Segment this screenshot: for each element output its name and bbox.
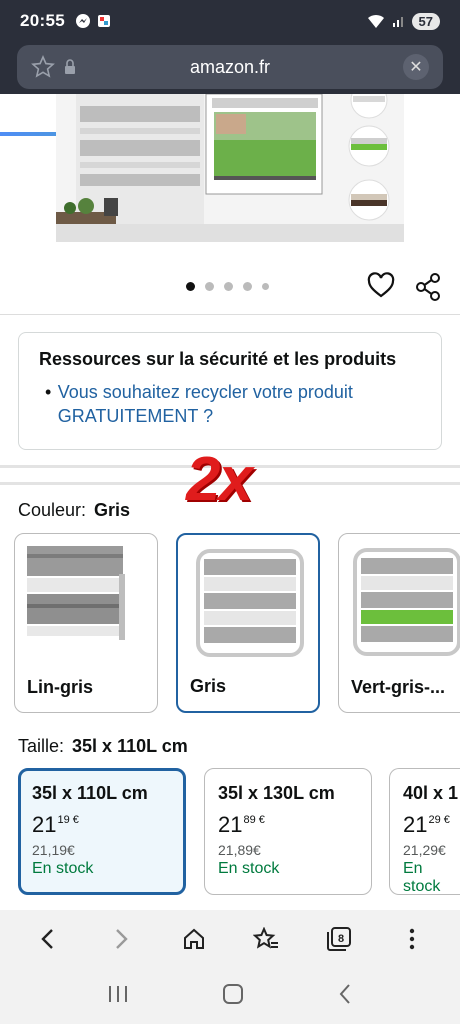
star-icon[interactable] xyxy=(31,55,55,79)
chevron-left-icon xyxy=(41,929,54,949)
carousel-dot[interactable] xyxy=(186,282,195,291)
safety-resources-box: Ressources sur la sécurité et les produi… xyxy=(18,332,442,450)
color-option-name: Gris xyxy=(190,676,227,696)
size-option-name: 35l x 130L cm xyxy=(218,783,335,803)
product-image[interactable] xyxy=(56,94,404,242)
back-arrow-icon xyxy=(339,983,351,1004)
status-bar: 20:55 57 xyxy=(0,0,460,42)
size-option-40x1[interactable]: 40l x 1 2129 € 21,29€ En stock xyxy=(389,768,460,895)
app-notification-icon xyxy=(97,15,110,27)
home-square-icon xyxy=(222,983,243,1004)
price-whole: 21 xyxy=(32,812,57,837)
wishlist-heart-icon[interactable] xyxy=(367,272,395,300)
size-label: Taille: 35l x 110L cm xyxy=(18,736,188,757)
home-button[interactable] xyxy=(174,919,214,959)
signal-icon xyxy=(392,17,403,27)
quantity-overlay-annotation: 2x xyxy=(186,445,253,514)
price-fraction: 19 € xyxy=(57,814,79,826)
size-option-name: 40l x 1 xyxy=(403,783,459,803)
clear-url-button[interactable]: ✕ xyxy=(403,54,429,80)
url-bar[interactable]: amazon.fr ✕ xyxy=(17,45,443,89)
browser-toolbar: amazon.fr ✕ xyxy=(0,42,460,136)
size-selected-value: 35l x 110L cm xyxy=(72,736,188,756)
system-home-button[interactable] xyxy=(222,983,244,1010)
size-option-stock: En stock xyxy=(32,860,94,877)
size-option-price: 2189 € xyxy=(218,812,358,838)
color-option-lin-gris[interactable]: Lin-gris xyxy=(14,533,158,713)
status-right: 57 xyxy=(366,12,440,30)
size-option-price: 2119 € xyxy=(32,812,172,838)
price-fraction: 29 € xyxy=(428,814,450,826)
chevron-right-icon xyxy=(116,929,128,949)
size-option-35x130[interactable]: 35l x 130L cm 2189 € 21,89€ En stock xyxy=(204,768,372,895)
tabs-icon: 8 xyxy=(326,927,351,951)
menu-button[interactable] xyxy=(392,919,432,959)
battery-indicator: 57 xyxy=(411,12,440,30)
carousel-dot[interactable] xyxy=(243,282,252,291)
messenger-icon xyxy=(75,14,90,28)
back-button[interactable] xyxy=(28,919,68,959)
color-option-gris[interactable]: Gris xyxy=(176,533,320,713)
recent-apps-icon xyxy=(108,985,127,1002)
size-option-name: 35l x 110L cm xyxy=(32,783,148,803)
color-option-name: Lin-gris xyxy=(27,677,93,697)
color-option-vert-gris[interactable]: Vert-gris-... xyxy=(338,533,460,713)
system-navigation-bar xyxy=(0,968,460,1024)
size-option-35x110[interactable]: 35l x 110L cm 2119 € 21,19€ En stock xyxy=(18,768,186,895)
carousel-dot[interactable] xyxy=(205,282,214,291)
share-icon[interactable] xyxy=(414,272,442,302)
size-option-stock: En stock xyxy=(218,860,280,877)
size-option-price-full: 21,89€ xyxy=(218,842,261,858)
forward-button[interactable] xyxy=(101,919,141,959)
carousel-dot[interactable] xyxy=(224,282,233,291)
url-text: amazon.fr xyxy=(189,56,271,77)
notification-icons xyxy=(75,13,111,29)
size-option-price-full: 21,29€ xyxy=(403,842,446,858)
resources-list-item: • Vous souhaitez recycler votre produit … xyxy=(39,380,421,428)
close-icon: ✕ xyxy=(409,59,423,76)
size-label-text: Taille: xyxy=(18,736,65,756)
bullet: • xyxy=(45,382,52,402)
color-option-name: Vert-gris-... xyxy=(351,677,446,697)
price-fraction: 89 € xyxy=(243,814,265,826)
bookmarks-button[interactable] xyxy=(246,919,286,959)
browser-bottom-bar: 8 xyxy=(0,910,460,968)
divider xyxy=(0,314,460,315)
wifi-icon xyxy=(367,14,384,28)
color-label: Couleur: Gris xyxy=(18,500,130,521)
swatch-image xyxy=(353,548,460,656)
color-label-text: Couleur: xyxy=(18,500,87,520)
recent-apps-button[interactable] xyxy=(107,984,129,1009)
size-option-stock: En stock xyxy=(403,860,441,895)
page: 20:55 57 amazon.fr ✕ Ressources sur la s… xyxy=(0,0,460,1024)
resources-title: Ressources sur la sécurité et les produi… xyxy=(39,349,397,369)
home-icon xyxy=(183,928,204,949)
tab-count: 8 xyxy=(338,933,344,945)
star-list-icon xyxy=(253,927,279,949)
status-time: 20:55 xyxy=(20,11,65,30)
size-option-price: 2129 € xyxy=(403,812,450,838)
recycle-link[interactable]: Vous souhaitez recycler votre produit GR… xyxy=(58,380,421,428)
tabs-button[interactable]: 8 xyxy=(319,919,359,959)
size-option-price-full: 21,19€ xyxy=(32,842,75,858)
more-vertical-icon xyxy=(409,928,414,950)
swatch-image xyxy=(196,549,304,657)
carousel-dot[interactable] xyxy=(262,283,269,290)
price-whole: 21 xyxy=(218,812,243,837)
system-back-button[interactable] xyxy=(337,983,353,1010)
price-whole: 21 xyxy=(403,812,428,837)
lock-icon xyxy=(65,59,75,74)
swatch-image xyxy=(27,546,125,640)
carousel-dots[interactable] xyxy=(186,282,269,291)
color-selected-value: Gris xyxy=(94,500,131,520)
